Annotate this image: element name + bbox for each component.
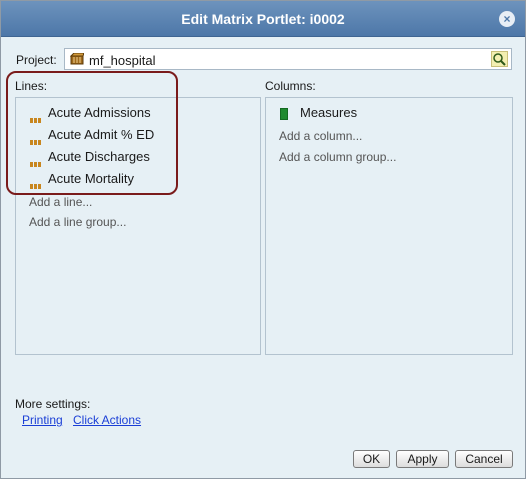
edit-matrix-portlet-dialog: Edit Matrix Portlet: i0002 × Project: mf… bbox=[0, 0, 526, 479]
columns-label: Columns: bbox=[265, 79, 316, 93]
project-cube-icon bbox=[69, 52, 85, 68]
columns-panel: Measures Add a column... Add a column gr… bbox=[265, 97, 513, 355]
project-label: Project: bbox=[16, 53, 57, 67]
add-column-link[interactable]: Add a column... bbox=[279, 128, 362, 144]
cancel-button[interactable]: Cancel bbox=[455, 450, 513, 468]
lines-highlight-outline bbox=[6, 71, 178, 195]
add-line-link[interactable]: Add a line... bbox=[29, 194, 92, 210]
printing-link[interactable]: Printing bbox=[22, 413, 63, 427]
ok-button[interactable]: OK bbox=[353, 450, 390, 468]
measures-icon bbox=[280, 107, 288, 120]
title-bar: Edit Matrix Portlet: i0002 × bbox=[1, 1, 525, 37]
search-icon[interactable] bbox=[491, 51, 508, 67]
more-settings-label: More settings: bbox=[15, 397, 91, 411]
project-value: mf_hospital bbox=[89, 53, 156, 68]
column-item[interactable]: Measures bbox=[280, 104, 357, 122]
close-icon[interactable]: × bbox=[499, 11, 515, 27]
apply-button[interactable]: Apply bbox=[396, 450, 449, 468]
click-actions-link[interactable]: Click Actions bbox=[73, 413, 141, 427]
add-line-group-link[interactable]: Add a line group... bbox=[29, 214, 126, 230]
dialog-title: Edit Matrix Portlet: i0002 bbox=[181, 11, 345, 27]
add-column-group-link[interactable]: Add a column group... bbox=[279, 149, 396, 165]
project-field[interactable]: mf_hospital bbox=[64, 48, 512, 70]
